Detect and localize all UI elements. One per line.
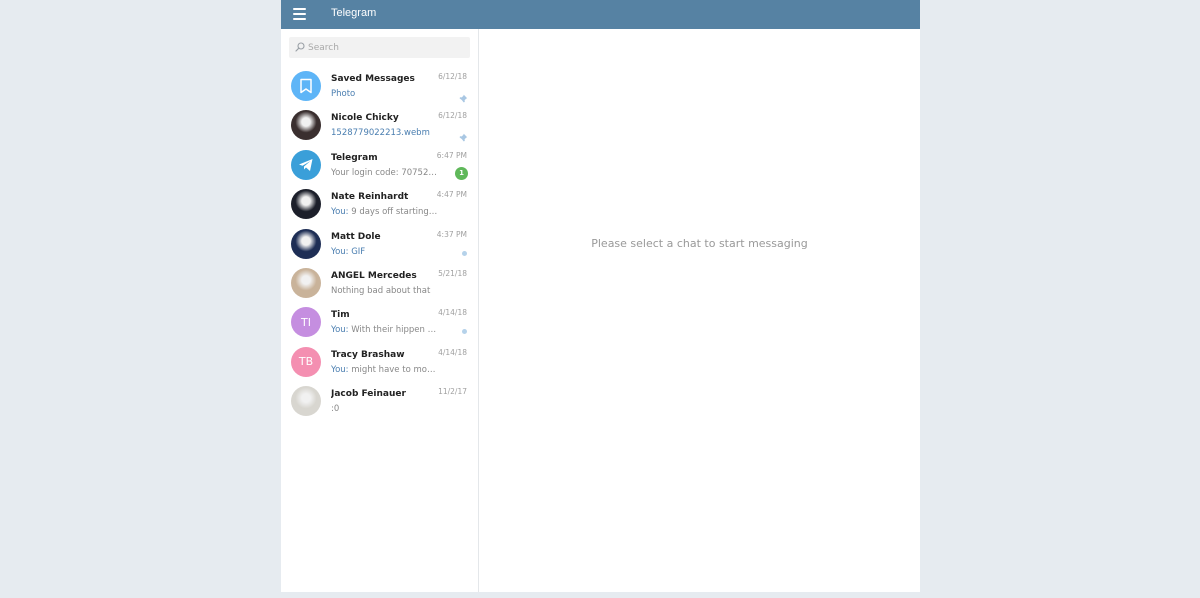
telegram-window: Telegram Saved Messages 6/12/18 Photo Nicol… bbox=[281, 0, 920, 592]
chat-name: Tim bbox=[331, 310, 350, 321]
chat-sidebar: Saved Messages 6/12/18 Photo Nicole Chicky 6… bbox=[281, 29, 479, 592]
chat-date: 6/12/18 bbox=[438, 111, 467, 121]
chat-name: Saved Messages bbox=[331, 74, 415, 84]
avatar bbox=[291, 110, 321, 141]
avatar-initials: TI bbox=[291, 307, 321, 338]
avatar bbox=[291, 386, 321, 417]
chat-item[interactable]: Nicole Chicky 6/12/18 1528779022213.webm bbox=[281, 103, 478, 143]
chat-item[interactable]: Jacob Feinauer 11/2/17 :0 bbox=[281, 379, 478, 418]
conversation-panel: Please select a chat to start messaging bbox=[479, 29, 920, 592]
you-prefix: You: bbox=[331, 246, 349, 257]
chat-name: Matt Dole bbox=[331, 231, 381, 242]
chat-item[interactable]: Nate Reinhardt 4:47 PM You: 9 days off sta… bbox=[281, 182, 478, 221]
chat-preview: Your login code: 70752 ... bbox=[331, 167, 439, 178]
chat-preview: Nothing bad about that bbox=[331, 285, 431, 296]
pin-icon bbox=[458, 128, 468, 143]
unread-badge: 1 bbox=[455, 166, 468, 180]
app-title: Telegram bbox=[331, 7, 377, 19]
chat-item[interactable]: TI Tim 4/14/18 You: With their hippen a... bbox=[281, 300, 478, 339]
chat-name: Telegram bbox=[331, 152, 378, 163]
chat-date: 4/14/18 bbox=[438, 308, 467, 318]
preview-text: might have to mov... bbox=[351, 364, 439, 375]
search-box[interactable] bbox=[289, 37, 470, 58]
chat-item[interactable]: Saved Messages 6/12/18 Photo bbox=[281, 64, 478, 103]
avatar bbox=[291, 189, 321, 220]
chat-list: Saved Messages 6/12/18 Photo Nicole Chicky 6… bbox=[281, 64, 478, 419]
chat-date: 6/12/18 bbox=[438, 72, 467, 81]
preview-text: 9 days off starting ... bbox=[351, 207, 439, 218]
chat-preview: You: 9 days off starting ... bbox=[331, 207, 439, 217]
pin-icon bbox=[458, 89, 468, 103]
header-bar: Telegram bbox=[281, 0, 920, 29]
chat-date: 6:47 PM bbox=[436, 150, 467, 160]
chat-name: Tracy Brashaw bbox=[331, 349, 405, 360]
chat-date: 5/21/18 bbox=[438, 268, 467, 278]
search-input[interactable] bbox=[308, 37, 466, 58]
search-icon bbox=[295, 42, 305, 52]
chat-name: Nate Reinhardt bbox=[331, 192, 409, 203]
you-prefix: You: bbox=[331, 207, 349, 218]
chat-name: ANGEL Mercedes bbox=[331, 270, 417, 281]
preview-text: GIF bbox=[351, 246, 366, 257]
chat-date: 4:47 PM bbox=[436, 190, 467, 200]
hamburger-menu-icon[interactable] bbox=[293, 8, 306, 20]
telegram-logo-icon bbox=[291, 149, 321, 180]
unread-dot bbox=[462, 250, 467, 256]
chat-item[interactable]: Telegram 6:47 PM Your login code: 70752 ..… bbox=[281, 143, 478, 182]
chat-item[interactable]: Matt Dole 4:37 PM You: GIF bbox=[281, 222, 478, 261]
bookmark-icon bbox=[291, 71, 321, 101]
chat-preview: You: GIF bbox=[331, 247, 439, 257]
chat-preview: 1528779022213.webm bbox=[331, 128, 430, 139]
chat-preview: You: With their hippen a... bbox=[331, 325, 439, 335]
chat-date: 11/2/17 bbox=[438, 387, 467, 397]
avatar bbox=[291, 267, 321, 298]
chat-name: Nicole Chicky bbox=[331, 113, 399, 124]
avatar bbox=[291, 228, 321, 259]
chat-date: 4:37 PM bbox=[436, 229, 467, 239]
unread-dot bbox=[462, 329, 467, 335]
you-prefix: You: bbox=[331, 364, 349, 375]
chat-preview: :0 bbox=[331, 404, 340, 415]
chat-date: 4/14/18 bbox=[438, 347, 467, 357]
chat-name: Jacob Feinauer bbox=[331, 389, 406, 400]
empty-state-message: Please select a chat to start messaging bbox=[591, 237, 808, 250]
you-prefix: You: bbox=[331, 325, 349, 336]
chat-item[interactable]: TB Tracy Brashaw 4/14/18 You: might have to… bbox=[281, 340, 478, 379]
chat-preview: You: might have to mov... bbox=[331, 365, 439, 375]
chat-item[interactable]: ANGEL Mercedes 5/21/18 Nothing bad about t… bbox=[281, 261, 478, 300]
avatar-initials: TB bbox=[291, 346, 321, 377]
preview-text: With their hippen a... bbox=[351, 325, 439, 336]
chat-preview: Photo bbox=[331, 89, 356, 99]
